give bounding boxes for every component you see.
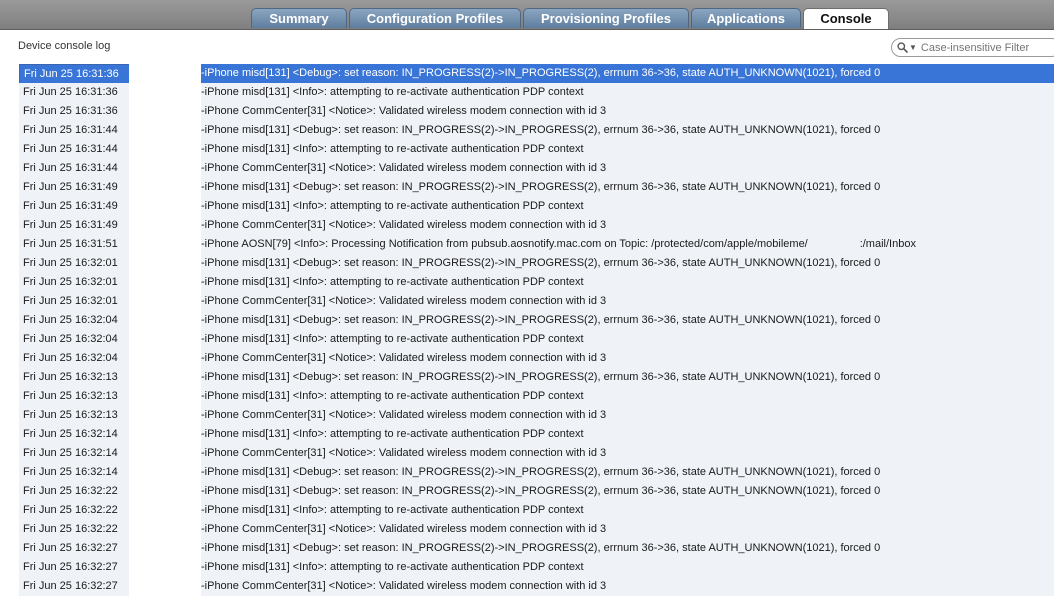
log-timestamp: Fri Jun 25 16:32:13	[19, 368, 129, 387]
log-row[interactable]: Fri Jun 25 16:31:36 -iPhone misd[131] <De…	[19, 64, 1054, 83]
log-row[interactable]: Fri Jun 25 16:32:04 -iPhone CommCenter[31…	[19, 349, 1054, 368]
log-timestamp: Fri Jun 25 16:32:14	[19, 444, 129, 463]
log-message: -iPhone CommCenter[31] <Notice>: Validat…	[201, 216, 1054, 235]
log-timestamp: Fri Jun 25 16:32:01	[19, 292, 129, 311]
log-message: -iPhone CommCenter[31] <Notice>: Validat…	[201, 444, 1054, 463]
log-row[interactable]: Fri Jun 25 16:32:14 -iPhone misd[131] <De…	[19, 463, 1054, 482]
log-timestamp: Fri Jun 25 16:31:49	[19, 216, 129, 235]
log-timestamp: Fri Jun 25 16:32:04	[19, 349, 129, 368]
log-timestamp: Fri Jun 25 16:32:27	[19, 558, 129, 577]
log-row[interactable]: Fri Jun 25 16:32:01 -iPhone CommCenter[31…	[19, 292, 1054, 311]
log-row[interactable]: Fri Jun 25 16:32:22 -iPhone misd[131] <De…	[19, 482, 1054, 501]
log-row[interactable]: Fri Jun 25 16:32:13 -iPhone CommCenter[31…	[19, 406, 1054, 425]
log-timestamp: Fri Jun 25 16:31:44	[19, 121, 129, 140]
log-message: -iPhone misd[131] <Debug>: set reason: I…	[201, 463, 1054, 482]
log-timestamp: Fri Jun 25 16:32:22	[19, 501, 129, 520]
log-message: -iPhone misd[131] <Debug>: set reason: I…	[201, 178, 1054, 197]
tab-applications[interactable]: Applications	[691, 8, 801, 28]
log-timestamp: Fri Jun 25 16:32:22	[19, 520, 129, 539]
log-message: -iPhone CommCenter[31] <Notice>: Validat…	[201, 577, 1054, 596]
log-row[interactable]: Fri Jun 25 16:31:51 -iPhone AOSN[79] <Inf…	[19, 235, 1054, 254]
log-timestamp: Fri Jun 25 16:32:04	[19, 311, 129, 330]
log-message: -iPhone misd[131] <Info>: attempting to …	[201, 558, 1054, 577]
log-timestamp: Fri Jun 25 16:32:14	[19, 425, 129, 444]
log-row[interactable]: Fri Jun 25 16:32:14 -iPhone misd[131] <In…	[19, 425, 1054, 444]
filter-menu-arrow-icon[interactable]: ▼	[909, 43, 917, 52]
log-message: -iPhone CommCenter[31] <Notice>: Validat…	[201, 159, 1054, 178]
console-panel: Device console log ▼ Fri Jun 25 16:31:36…	[0, 30, 1054, 605]
filter-field[interactable]: ▼	[891, 38, 1054, 57]
log-message: -iPhone misd[131] <Info>: attempting to …	[201, 83, 1054, 102]
log-row[interactable]: Fri Jun 25 16:31:36 -iPhone misd[131] <In…	[19, 83, 1054, 102]
filter-input[interactable]	[920, 41, 1051, 54]
log-message: -iPhone CommCenter[31] <Notice>: Validat…	[201, 406, 1054, 425]
log-message: -iPhone misd[131] <Debug>: set reason: I…	[201, 482, 1054, 501]
log-message: -iPhone CommCenter[31] <Notice>: Validat…	[201, 102, 1054, 121]
log-row[interactable]: Fri Jun 25 16:32:27 -iPhone misd[131] <De…	[19, 539, 1054, 558]
log-row[interactable]: Fri Jun 25 16:31:49 -iPhone misd[131] <De…	[19, 178, 1054, 197]
tab-summary[interactable]: Summary	[251, 8, 347, 28]
log-timestamp: Fri Jun 25 16:32:27	[19, 577, 129, 596]
log-timestamp: Fri Jun 25 16:32:13	[19, 406, 129, 425]
log-message: -iPhone CommCenter[31] <Notice>: Validat…	[201, 292, 1054, 311]
log-timestamp: Fri Jun 25 16:31:44	[19, 140, 129, 159]
log-timestamp: Fri Jun 25 16:32:14	[19, 463, 129, 482]
log-message: -iPhone misd[131] <Debug>: set reason: I…	[201, 121, 1054, 140]
log-row[interactable]: Fri Jun 25 16:32:22 -iPhone CommCenter[31…	[19, 520, 1054, 539]
log-message: -iPhone misd[131] <Debug>: set reason: I…	[201, 254, 1054, 273]
log-row[interactable]: Fri Jun 25 16:32:13 -iPhone misd[131] <De…	[19, 368, 1054, 387]
log-timestamp: Fri Jun 25 16:32:01	[19, 273, 129, 292]
log-row[interactable]: Fri Jun 25 16:32:22 -iPhone misd[131] <In…	[19, 501, 1054, 520]
log-timestamp: Fri Jun 25 16:32:01	[19, 254, 129, 273]
log-row[interactable]: Fri Jun 25 16:31:49 -iPhone CommCenter[31…	[19, 216, 1054, 235]
log-timestamp: Fri Jun 25 16:31:49	[19, 197, 129, 216]
log-timestamp: Fri Jun 25 16:31:51	[19, 235, 129, 254]
search-icon[interactable]	[897, 42, 908, 53]
log-timestamp: Fri Jun 25 16:32:27	[19, 539, 129, 558]
log-message: -iPhone CommCenter[31] <Notice>: Validat…	[201, 520, 1054, 539]
log-timestamp: Fri Jun 25 16:32:22	[19, 482, 129, 501]
log-timestamp: Fri Jun 25 16:31:36	[19, 83, 129, 102]
log-message: -iPhone misd[131] <Debug>: set reason: I…	[201, 368, 1054, 387]
log-message: -iPhone misd[131] <Debug>: set reason: I…	[201, 539, 1054, 558]
log-message: -iPhone misd[131] <Info>: attempting to …	[201, 197, 1054, 216]
log-row[interactable]: Fri Jun 25 16:31:44 -iPhone CommCenter[31…	[19, 159, 1054, 178]
tab-console[interactable]: Console	[803, 8, 889, 29]
log-row[interactable]: Fri Jun 25 16:32:01 -iPhone misd[131] <In…	[19, 273, 1054, 292]
log-timestamp: Fri Jun 25 16:31:36	[19, 102, 129, 121]
log-list[interactable]: Fri Jun 25 16:31:36 -iPhone misd[131] <De…	[19, 64, 1054, 605]
log-timestamp: Fri Jun 25 16:31:36	[19, 64, 129, 83]
log-message: -iPhone AOSN[79] <Info>: Processing Noti…	[201, 235, 1054, 254]
log-row[interactable]: Fri Jun 25 16:32:27 -iPhone CommCenter[31…	[19, 577, 1054, 596]
log-row[interactable]: Fri Jun 25 16:32:14 -iPhone CommCenter[31…	[19, 444, 1054, 463]
tab-provisioning-profiles[interactable]: Provisioning Profiles	[523, 8, 689, 28]
log-message: -iPhone misd[131] <Info>: attempting to …	[201, 501, 1054, 520]
log-row[interactable]: Fri Jun 25 16:31:44 -iPhone misd[131] <In…	[19, 140, 1054, 159]
log-row[interactable]: Fri Jun 25 16:31:49 -iPhone misd[131] <In…	[19, 197, 1054, 216]
log-timestamp: Fri Jun 25 16:31:49	[19, 178, 129, 197]
log-message: -iPhone misd[131] <Info>: attempting to …	[201, 330, 1054, 349]
tabs: Summary Configuration Profiles Provision…	[251, 8, 891, 29]
log-title: Device console log	[18, 40, 111, 52]
log-message: -iPhone misd[131] <Debug>: set reason: I…	[201, 311, 1054, 330]
log-row[interactable]: Fri Jun 25 16:32:27 -iPhone misd[131] <In…	[19, 558, 1054, 577]
log-row[interactable]: Fri Jun 25 16:32:01 -iPhone misd[131] <De…	[19, 254, 1054, 273]
log-timestamp: Fri Jun 25 16:31:44	[19, 159, 129, 178]
log-row[interactable]: Fri Jun 25 16:32:04 -iPhone misd[131] <De…	[19, 311, 1054, 330]
log-message: -iPhone misd[131] <Info>: attempting to …	[201, 140, 1054, 159]
log-row[interactable]: Fri Jun 25 16:32:04 -iPhone misd[131] <In…	[19, 330, 1054, 349]
log-message: -iPhone misd[131] <Info>: attempting to …	[201, 273, 1054, 292]
tab-configuration-profiles[interactable]: Configuration Profiles	[349, 8, 521, 28]
log-row[interactable]: Fri Jun 25 16:31:36 -iPhone CommCenter[31…	[19, 102, 1054, 121]
log-message: -iPhone misd[131] <Info>: attempting to …	[201, 425, 1054, 444]
log-message: -iPhone misd[131] <Info>: attempting to …	[201, 387, 1054, 406]
log-message: -iPhone CommCenter[31] <Notice>: Validat…	[201, 349, 1054, 368]
log-timestamp: Fri Jun 25 16:32:04	[19, 330, 129, 349]
tab-bar: Summary Configuration Profiles Provision…	[0, 0, 1054, 30]
log-message: -iPhone misd[131] <Debug>: set reason: I…	[201, 64, 1054, 83]
log-timestamp: Fri Jun 25 16:32:13	[19, 387, 129, 406]
log-row[interactable]: Fri Jun 25 16:32:13 -iPhone misd[131] <In…	[19, 387, 1054, 406]
log-row[interactable]: Fri Jun 25 16:31:44 -iPhone misd[131] <De…	[19, 121, 1054, 140]
